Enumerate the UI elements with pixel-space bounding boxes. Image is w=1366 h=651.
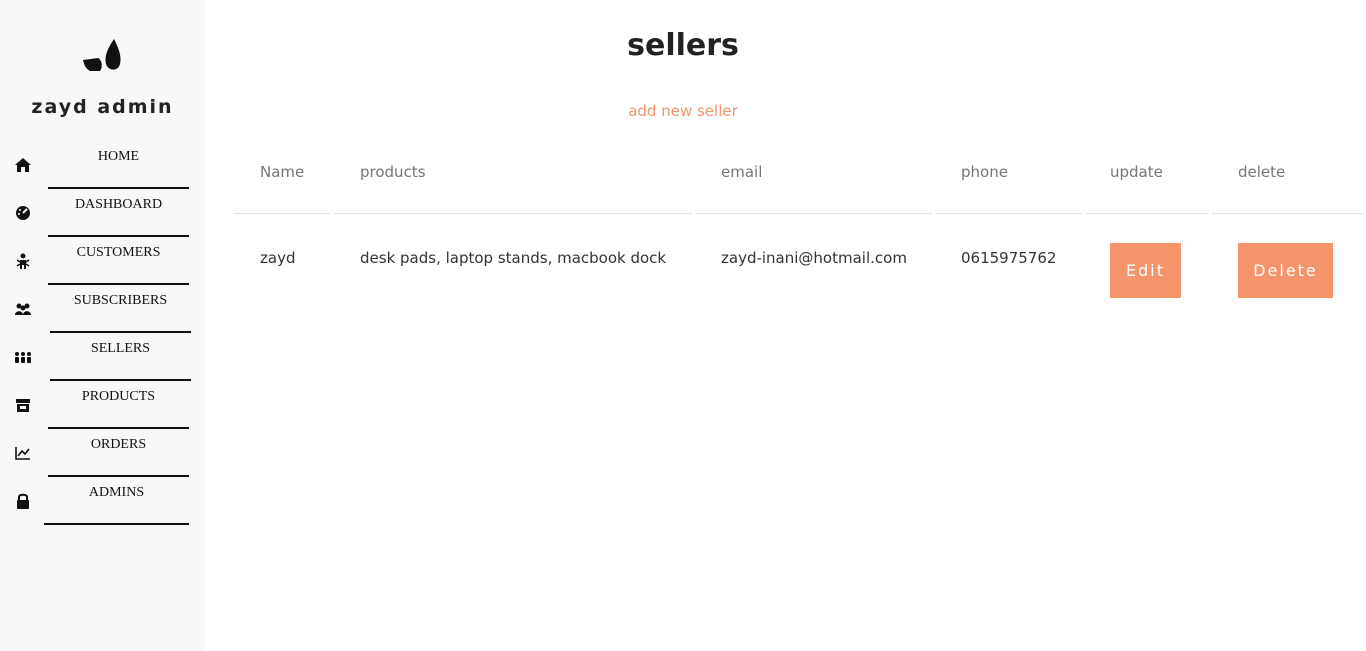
home-icon (15, 158, 31, 172)
cell-products: desk pads, laptop stands, macbook dock (360, 249, 667, 267)
add-seller-link[interactable]: add new seller (205, 102, 1161, 120)
delete-button[interactable]: Delete (1238, 243, 1333, 298)
nav-item-label: ADMINS (88, 485, 145, 500)
nav-item-label: SELLERS (90, 341, 151, 356)
brand-name: zayd admin (31, 96, 174, 118)
lock-icon (17, 493, 29, 509)
divider (234, 213, 331, 214)
column-header-name: Name (260, 163, 305, 181)
nav-item-orders[interactable]: ORDERS (48, 429, 189, 477)
nav-item-label: DASHBOARD (74, 197, 163, 212)
nav-item-label: SUBSCRIBERS (73, 293, 168, 308)
nav-item-admins[interactable]: ADMINS (44, 477, 189, 525)
column-header-products: products (360, 163, 426, 181)
divider (1212, 213, 1364, 214)
page-title: sellers (627, 28, 739, 63)
nav-item-customers[interactable]: CUSTOMERS (48, 237, 189, 285)
group-icon (15, 303, 31, 315)
nav-item-dashboard[interactable]: DASHBOARD (48, 189, 189, 237)
customer-icon (16, 253, 30, 269)
nav-item-sellers[interactable]: SELLERS (50, 333, 191, 381)
sidebar: zayd admin HOME DASHBOARD CUSTOMERS SUBS… (0, 0, 205, 651)
cell-phone: 0615975762 (961, 249, 1057, 267)
edit-button[interactable]: Edit (1110, 243, 1181, 298)
column-header-update: update (1110, 163, 1163, 181)
nav-item-label: ORDERS (90, 437, 147, 452)
column-header-delete: delete (1238, 163, 1286, 181)
cell-email: zayd-inani@hotmail.com (721, 249, 907, 267)
column-header-email: email (721, 163, 763, 181)
dashboard-icon (16, 206, 30, 220)
nav-item-label: CUSTOMERS (76, 245, 161, 260)
main-content: sellers add new seller Name products ema… (205, 0, 1366, 651)
nav-item-label: PRODUCTS (81, 389, 156, 404)
chart-icon (15, 447, 30, 460)
nav-item-label: HOME (97, 149, 140, 164)
divider (1085, 213, 1209, 214)
nav-item-home[interactable]: HOME (48, 141, 189, 189)
cell-name: zayd (260, 249, 296, 267)
divider (695, 213, 932, 214)
nav-item-products[interactable]: PRODUCTS (48, 381, 189, 429)
divider (935, 213, 1082, 214)
nav-item-subscribers[interactable]: SUBSCRIBERS (50, 285, 191, 333)
leaf-logo-icon (83, 39, 121, 71)
sellers-icon (15, 352, 31, 363)
column-header-phone: phone (961, 163, 1008, 181)
divider (334, 213, 692, 214)
store-icon (16, 399, 30, 412)
